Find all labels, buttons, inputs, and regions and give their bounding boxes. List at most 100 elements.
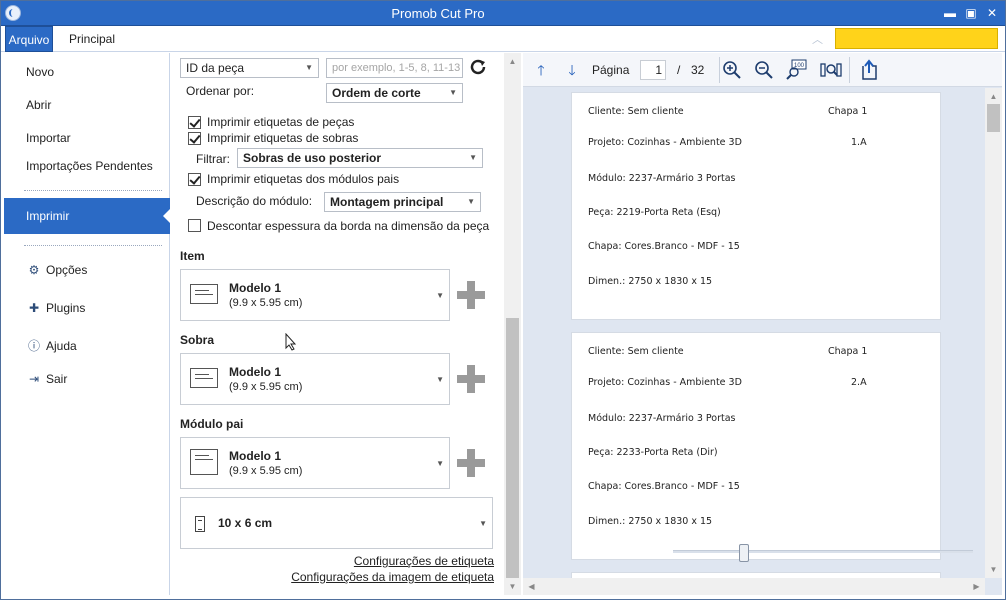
gear-icon: ⚙ — [28, 263, 40, 277]
filter-label: Filtrar: — [196, 152, 230, 166]
maximize-icon[interactable]: ▣ — [962, 5, 980, 21]
module-description-value: Montagem principal — [330, 195, 444, 209]
label-code: 1.A — [851, 137, 867, 148]
zoom-out-icon[interactable] — [753, 59, 775, 81]
scrollbar-thumb[interactable] — [506, 318, 519, 578]
print-parent-module-labels-label: Imprimir etiquetas dos módulos pais — [207, 172, 400, 186]
label-image-settings-link[interactable]: Configurações da imagem de etiqueta — [291, 570, 494, 584]
scroll-up-icon[interactable]: ▲ — [504, 53, 521, 70]
label-template-icon — [190, 368, 218, 388]
label-settings-link[interactable]: Configurações de etiqueta — [354, 554, 494, 568]
module-description-dropdown[interactable]: Montagem principal ▼ — [324, 192, 481, 212]
chevron-down-icon: ▼ — [436, 459, 444, 468]
print-leftover-labels-checkbox[interactable] — [188, 132, 201, 145]
sidebar-item-imprimir[interactable]: Imprimir — [4, 198, 171, 234]
sidebar-item-plugins[interactable]: ✚ Plugins — [4, 294, 170, 322]
sidebar-item-opcoes[interactable]: ⚙ Opções — [4, 256, 170, 284]
label-module: Módulo: 2237-Armário 3 Portas — [588, 173, 736, 184]
fit-page-icon[interactable] — [820, 59, 842, 81]
chevron-down-icon: ▼ — [436, 375, 444, 384]
page-separator: / — [677, 63, 681, 77]
label-client: Cliente: Sem cliente — [588, 106, 684, 117]
sidebar-item-importacoes-pendentes[interactable]: Importações Pendentes — [4, 152, 170, 180]
print-settings-panel: ID da peça ▼ por exemplo, 1-5, 8, 11-13 O… — [171, 53, 504, 595]
preview-vertical-scrollbar[interactable]: ▲ ▼ — [985, 88, 1002, 578]
sidebar-item-label: Importações Pendentes — [26, 159, 153, 173]
scroll-down-icon[interactable]: ▼ — [985, 561, 1002, 578]
model-size: (9.9 x 5.95 cm) — [229, 297, 303, 309]
zoom-slider-track[interactable] — [673, 550, 973, 553]
model-size: (9.9 x 5.95 cm) — [229, 381, 303, 393]
paper-size-dropdown[interactable]: 10 x 6 cm ▼ — [180, 497, 493, 549]
add-parent-module-model-button[interactable] — [457, 449, 485, 477]
discount-edge-checkbox[interactable] — [188, 219, 201, 232]
scroll-right-icon[interactable]: ▶ — [968, 578, 985, 595]
arrow-down-icon[interactable]: 🡓 — [561, 59, 583, 81]
label-dimensions: Dimen.: 2750 x 1830 x 15 — [588, 516, 713, 527]
sidebar-item-label: Novo — [26, 65, 55, 79]
preview-horizontal-scrollbar[interactable]: ◀ ▶ — [523, 578, 985, 595]
print-piece-labels-label: Imprimir etiquetas de peças — [207, 115, 355, 129]
module-description-label: Descrição do módulo: — [196, 194, 313, 208]
sidebar-item-sair[interactable]: ⇥ Sair — [4, 365, 170, 393]
print-leftover-labels-label: Imprimir etiquetas de sobras — [207, 131, 359, 145]
piece-selector-value: ID da peça — [186, 61, 245, 75]
arrow-up-icon[interactable]: 🡑 — [530, 59, 552, 81]
label-sheet: Chapa: Cores.Branco - MDF - 15 — [588, 481, 740, 492]
zoom-in-icon[interactable] — [721, 59, 743, 81]
item-model-dropdown[interactable]: Modelo 1 (9.9 x 5.95 cm) ▼ — [180, 269, 450, 321]
settings-scrollbar[interactable]: ▲ ▼ — [504, 53, 521, 595]
exit-icon: ⇥ — [28, 372, 40, 386]
sidebar-item-label: Ajuda — [46, 339, 77, 353]
chevron-up-icon[interactable]: ︿ — [812, 31, 823, 47]
film-strip-icon — [195, 516, 205, 532]
filter-dropdown[interactable]: Sobras de uso posterior ▼ — [237, 148, 483, 168]
scroll-down-icon[interactable]: ▼ — [504, 578, 521, 595]
ribbon-tabs: Arquivo Principal ︿ — [0, 26, 1006, 52]
sidebar-item-novo[interactable]: Novo — [4, 58, 170, 86]
scrollbar-thumb[interactable] — [987, 104, 1000, 132]
print-preview: 🡑 🡓 Página 1 / 32 100 Cliente: Sem clien… — [523, 53, 1002, 595]
order-by-dropdown[interactable]: Ordem de corte ▼ — [326, 83, 463, 103]
tab-principal[interactable]: Principal — [69, 26, 115, 52]
label-preview-page: Cliente: Sem cliente Chapa 1 Projeto: Co… — [571, 332, 941, 560]
minimize-icon[interactable]: ▬ — [941, 5, 959, 21]
sidebar-item-label: Importar — [26, 131, 71, 145]
label-sheet: Chapa: Cores.Branco - MDF - 15 — [588, 241, 740, 252]
preview-pages-area[interactable]: Cliente: Sem cliente Chapa 1 Projeto: Co… — [523, 88, 985, 578]
chevron-down-icon: ▼ — [305, 63, 313, 72]
close-icon[interactable]: ✕ — [983, 5, 1001, 21]
range-input[interactable]: por exemplo, 1-5, 8, 11-13 — [326, 58, 463, 78]
page-total: 32 — [691, 63, 705, 77]
scroll-left-icon[interactable]: ◀ — [523, 578, 540, 595]
sidebar-item-abrir[interactable]: Abrir — [4, 91, 170, 119]
model-name: Modelo 1 — [229, 281, 282, 295]
label-dimensions: Dimen.: 2750 x 1830 x 15 — [588, 276, 713, 287]
zoom-slider-thumb[interactable] — [739, 544, 749, 562]
label-piece: Peça: 2233-Porta Reta (Dir) — [588, 447, 718, 458]
page-input[interactable]: 1 — [640, 60, 666, 80]
chevron-down-icon: ▼ — [449, 88, 457, 97]
sidebar-item-importar[interactable]: Importar — [4, 124, 170, 152]
title-bar: Promob Cut Pro ▬ ▣ ✕ — [0, 0, 1006, 26]
print-piece-labels-checkbox[interactable] — [188, 116, 201, 129]
scroll-up-icon[interactable]: ▲ — [985, 88, 1002, 105]
chevron-down-icon: ▼ — [479, 519, 487, 528]
refresh-icon[interactable] — [469, 58, 487, 76]
parent-module-model-dropdown[interactable]: Modelo 1 (9.9 x 5.95 cm) ▼ — [180, 437, 450, 489]
add-leftover-model-button[interactable] — [457, 365, 485, 393]
tab-arquivo[interactable]: Arquivo — [5, 26, 53, 52]
export-icon[interactable] — [857, 59, 879, 81]
print-parent-module-labels-checkbox[interactable] — [188, 173, 201, 186]
help-icon: ⓘ — [27, 339, 40, 353]
piece-selector-dropdown[interactable]: ID da peça ▼ — [180, 58, 319, 78]
page-label: Página — [592, 63, 630, 77]
sidebar-item-label: Sair — [46, 372, 68, 386]
add-item-model-button[interactable] — [457, 281, 485, 309]
zoom-100-icon[interactable]: 100 — [786, 59, 808, 81]
section-title-sobra: Sobra — [180, 333, 215, 347]
label-sheet-number: Chapa 1 — [828, 106, 868, 117]
leftover-model-dropdown[interactable]: Modelo 1 (9.9 x 5.95 cm) ▼ — [180, 353, 450, 405]
sidebar-item-label: Imprimir — [26, 209, 70, 223]
sidebar-item-ajuda[interactable]: ⓘ Ajuda — [4, 332, 170, 360]
